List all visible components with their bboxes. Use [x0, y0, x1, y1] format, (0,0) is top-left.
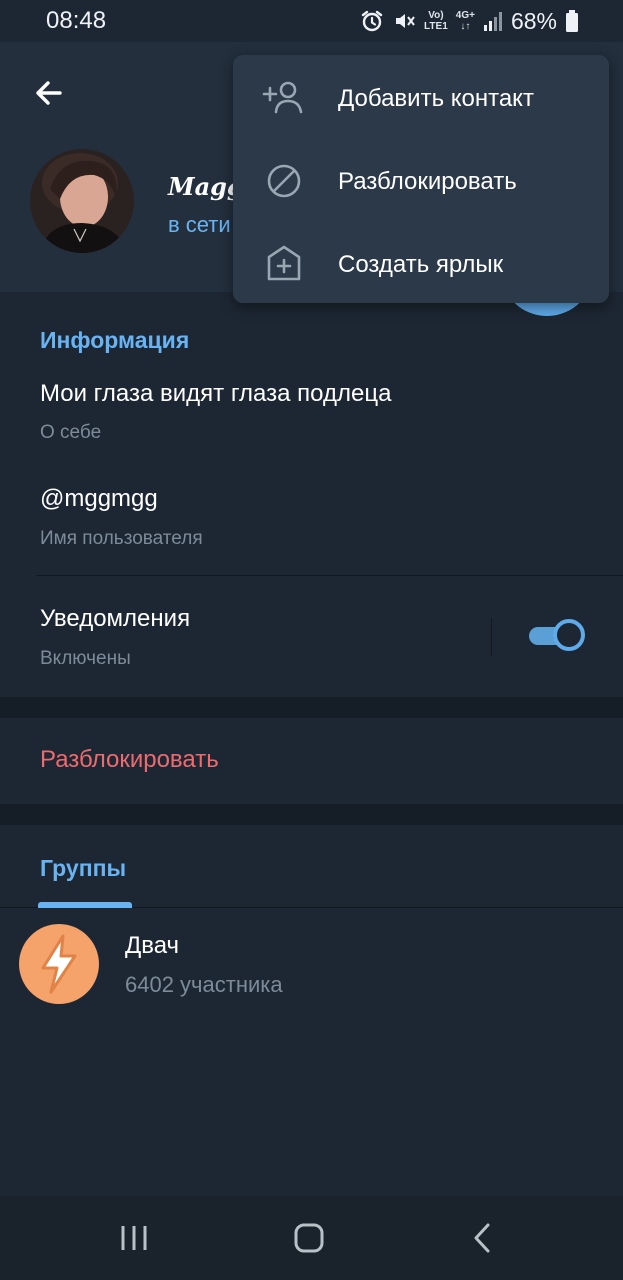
network-volte: Vo) LTE1: [424, 10, 448, 32]
bio-value[interactable]: Мои глаза видят глаза подлеца: [40, 380, 391, 408]
lightning-icon: [41, 934, 77, 994]
unblock-label: Разблокировать: [40, 746, 219, 773]
notifications-toggle[interactable]: [527, 619, 585, 653]
back-arrow-icon[interactable]: [28, 72, 70, 114]
signal-icon: [483, 12, 502, 31]
divider: [36, 575, 623, 576]
alarm-icon: [361, 10, 383, 32]
vertical-separator: [491, 618, 492, 656]
group-members: 6402 участника: [125, 972, 283, 997]
menu-label-unblock: Разблокировать: [338, 168, 517, 195]
menu-label-add-contact: Добавить контакт: [338, 85, 534, 112]
menu-label-create-shortcut: Создать ярлык: [338, 251, 504, 278]
notifications-label[interactable]: Уведомления: [40, 605, 190, 633]
mute-icon: [396, 14, 415, 28]
menu-item-create-shortcut[interactable]: Создать ярлык: [233, 224, 609, 304]
add-contact-icon: [262, 81, 303, 114]
data-arrows-icon: ↓↑: [460, 21, 471, 32]
overflow-menu: Добавить контакт Разблокировать Создать …: [233, 55, 609, 303]
section-gap: [0, 697, 623, 718]
status-bar: 08:48 Vo) LTE1 4G+ ↓↑ 68%: [0, 0, 623, 42]
shortcut-icon: [267, 245, 301, 281]
bio-label: О себе: [40, 422, 102, 443]
info-section: Информация Мои глаза видят глаза подлеца…: [0, 292, 623, 697]
menu-item-unblock[interactable]: Разблокировать: [233, 141, 609, 221]
online-status: в сети: [168, 212, 231, 237]
system-nav-bar: [0, 1196, 623, 1280]
info-title: Информация: [40, 327, 190, 353]
battery-icon: [566, 10, 578, 32]
username-value[interactable]: @mggmgg: [40, 485, 158, 513]
lte-label: LTE1: [424, 21, 448, 32]
avatar-photo: [30, 149, 134, 253]
username-label: Имя пользователя: [40, 528, 203, 549]
status-icons: Vo) LTE1 4G+ ↓↑ 68%: [360, 6, 579, 36]
unblock-row[interactable]: Разблокировать: [0, 718, 623, 804]
network-type-label: 4G+: [455, 10, 475, 21]
menu-item-add-contact[interactable]: Добавить контакт: [233, 58, 609, 138]
tab-groups[interactable]: Группы: [40, 855, 126, 882]
network-type: 4G+ ↓↑: [456, 10, 475, 32]
group-list: Двач 6402 участника: [0, 908, 623, 1196]
avatar[interactable]: [30, 149, 134, 253]
section-gap: [0, 804, 623, 825]
list-item[interactable]: Двач 6402 участника: [0, 908, 623, 1020]
group-avatar: [19, 924, 99, 1004]
volte-label: Vo): [428, 10, 444, 21]
home-icon[interactable]: [289, 1218, 329, 1258]
notifications-state: Включены: [40, 648, 131, 669]
group-name: Двач: [125, 932, 180, 959]
status-time: 08:48: [46, 7, 107, 34]
toggle-knob: [553, 619, 585, 651]
recent-apps-icon[interactable]: [114, 1218, 154, 1258]
block-icon: [267, 164, 301, 198]
groups-tab-bar: Группы: [0, 825, 623, 908]
back-icon[interactable]: [463, 1218, 503, 1258]
battery-percent: 68%: [510, 7, 557, 34]
